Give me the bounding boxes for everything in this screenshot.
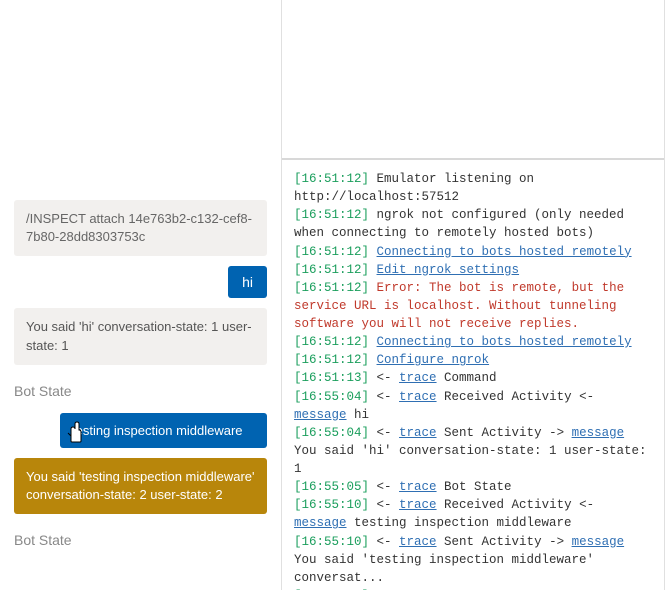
log-line: [16:55:05] <- trace Bot State xyxy=(294,478,652,496)
log-link[interactable]: trace xyxy=(399,535,437,549)
log-timestamp: [16:51:12] xyxy=(294,263,369,277)
log-link[interactable]: Connecting to bots hosted remotely xyxy=(377,335,632,349)
log-timestamp: [16:55:04] xyxy=(294,426,369,440)
log-timestamp: [16:51:12] xyxy=(294,172,369,186)
log-output[interactable]: [16:51:12] Emulator listening on http://… xyxy=(282,160,664,590)
log-timestamp: [16:55:10] xyxy=(294,535,369,549)
bot-state-label-1: Bot State xyxy=(14,383,267,399)
log-timestamp: [16:51:12] xyxy=(294,353,369,367)
bot-state-label-2: Bot State xyxy=(14,532,267,548)
inspector-top-area xyxy=(282,0,664,160)
user-message-row: hi xyxy=(14,266,267,298)
log-line: [16:55:10] <- trace Received Activity <-… xyxy=(294,496,652,532)
log-link[interactable]: message xyxy=(294,516,347,530)
log-line: [16:51:13] <- trace Command xyxy=(294,369,652,387)
log-timestamp: [16:51:13] xyxy=(294,371,369,385)
log-timestamp: [16:51:12] xyxy=(294,208,369,222)
log-line: [16:51:12] Edit ngrok settings xyxy=(294,261,652,279)
log-timestamp: [16:51:12] xyxy=(294,281,369,295)
log-line: [16:51:12] Configure ngrok xyxy=(294,351,652,369)
user-typing-bubble[interactable]: testing inspection middleware xyxy=(60,413,267,448)
log-line: [16:51:12] Connecting to bots hosted rem… xyxy=(294,243,652,261)
log-timestamp: [16:51:12] xyxy=(294,245,369,259)
log-link[interactable]: Configure ngrok xyxy=(377,353,490,367)
right-panel: [16:51:12] Emulator listening on http://… xyxy=(282,0,665,590)
log-line: [16:51:12] Error: The bot is remote, but… xyxy=(294,279,652,333)
log-line: [16:51:12] Connecting to bots hosted rem… xyxy=(294,333,652,351)
log-link[interactable]: Edit ngrok settings xyxy=(377,263,520,277)
log-timestamp: [16:51:12] xyxy=(294,335,369,349)
log-link[interactable]: Connecting to bots hosted remotely xyxy=(377,245,632,259)
log-link[interactable]: message xyxy=(572,426,625,440)
user-message-hi[interactable]: hi xyxy=(228,266,267,298)
log-link[interactable]: trace xyxy=(399,498,437,512)
log-link[interactable]: trace xyxy=(399,480,437,494)
log-line: [16:51:12] Emulator listening on http://… xyxy=(294,170,652,206)
log-timestamp: [16:55:05] xyxy=(294,480,369,494)
log-line: [16:55:04] <- trace Received Activity <-… xyxy=(294,388,652,424)
log-link[interactable]: trace xyxy=(399,390,437,404)
log-timestamp: [16:55:04] xyxy=(294,390,369,404)
typing-row: testing inspection middleware xyxy=(14,413,267,448)
app-container: /INSPECT attach 14e763b2-c132-cef8-7b80-… xyxy=(0,0,665,590)
log-link[interactable]: message xyxy=(294,408,347,422)
log-timestamp: [16:55:10] xyxy=(294,498,369,512)
bot-reply-2[interactable]: You said 'testing inspection middleware'… xyxy=(14,458,267,514)
inspect-command-message[interactable]: /INSPECT attach 14e763b2-c132-cef8-7b80-… xyxy=(14,200,267,256)
log-line: [16:55:10] <- trace Sent Activity -> mes… xyxy=(294,533,652,587)
log-line: [16:55:04] <- trace Sent Activity -> mes… xyxy=(294,424,652,478)
chat-spacer xyxy=(14,0,267,200)
log-link[interactable]: trace xyxy=(399,371,437,385)
log-link[interactable]: message xyxy=(572,535,625,549)
log-link[interactable]: trace xyxy=(399,426,437,440)
log-line: [16:51:12] ngrok not configured (only ne… xyxy=(294,206,652,242)
chat-panel: /INSPECT attach 14e763b2-c132-cef8-7b80-… xyxy=(0,0,282,590)
bot-reply-1[interactable]: You said 'hi' conversation-state: 1 user… xyxy=(14,308,267,364)
